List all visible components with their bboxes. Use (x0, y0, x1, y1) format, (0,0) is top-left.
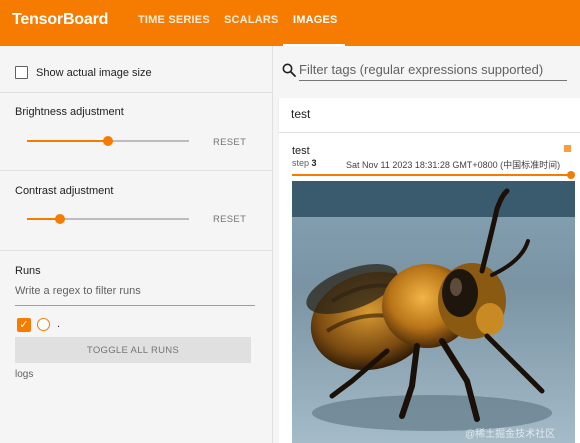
watermark-text: @稀土掘金技术社区 (465, 429, 556, 440)
tab-images[interactable]: IMAGES (293, 14, 338, 26)
settings-sidebar: Show actual image size Brightness adjust… (0, 46, 273, 443)
divider (0, 170, 272, 171)
tag-group-title: test (291, 107, 311, 121)
show-actual-size-label: Show actual image size (36, 67, 152, 79)
images-dashboard: Filter tags (regular expressions support… (273, 46, 580, 443)
step-slider-track[interactable] (292, 174, 572, 176)
toggle-all-runs-button[interactable]: TOGGLE ALL RUNS (15, 337, 251, 363)
image-card-title: test (292, 145, 310, 157)
tab-scalars[interactable]: SCALARS (224, 14, 279, 26)
contrast-slider-thumb[interactable] (55, 214, 65, 224)
show-actual-size-checkbox[interactable] (15, 66, 28, 79)
run-checkbox[interactable]: ✓ (17, 318, 31, 332)
image-card-timestamp: Sat Nov 11 2023 18:31:28 GMT+0800 (中国标准时… (346, 160, 561, 170)
step-slider-thumb[interactable] (567, 171, 575, 179)
bee-image (292, 181, 575, 443)
image-card: test step 3 Sat Nov 11 2023 18:31:28 GMT… (279, 133, 580, 443)
bee-illustration (292, 181, 575, 443)
brightness-label: Brightness adjustment (15, 106, 124, 118)
runs-footer-logdir: logs (15, 369, 34, 380)
run-name: . (57, 318, 61, 330)
image-card-step: step 3 (292, 158, 317, 168)
divider (0, 250, 272, 251)
brightness-slider-fill (27, 140, 108, 142)
top-app-bar: TensorBoard TIME SERIES SCALARS IMAGES (0, 0, 580, 46)
divider (0, 92, 272, 93)
run-color-indicator (564, 145, 571, 152)
app-title: TensorBoard (12, 11, 109, 28)
brightness-reset-button[interactable]: RESET (213, 137, 246, 148)
run-color-swatch[interactable] (37, 318, 50, 331)
tag-group-header[interactable]: test (279, 98, 580, 133)
step-label: step (292, 158, 310, 168)
tag-filter-input[interactable]: Filter tags (regular expressions support… (299, 62, 567, 81)
runs-heading: Runs (15, 265, 41, 277)
tab-time-series[interactable]: TIME SERIES (138, 14, 210, 26)
run-filter-input[interactable]: Write a regex to filter runs (15, 285, 255, 306)
brightness-slider-thumb[interactable] (103, 136, 113, 146)
step-value: 3 (311, 158, 317, 168)
contrast-reset-button[interactable]: RESET (213, 214, 246, 225)
contrast-label: Contrast adjustment (15, 185, 114, 197)
search-icon (282, 63, 296, 77)
